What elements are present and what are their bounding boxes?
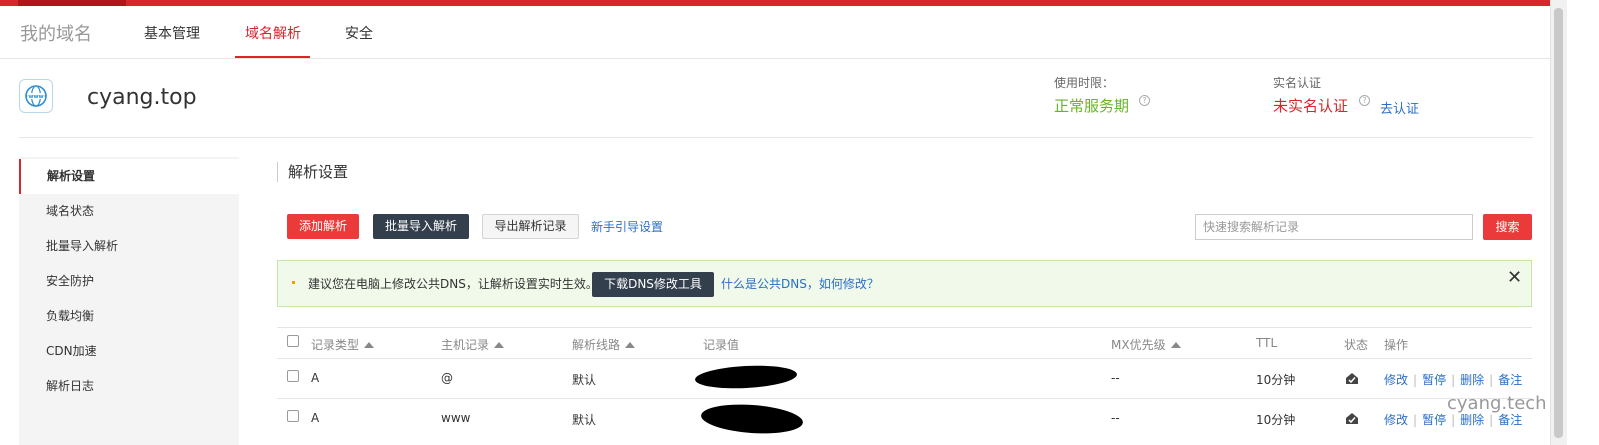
verify-link[interactable]: 去认证 [1380,98,1419,117]
dns-notice: 建议您在电脑上修改公共DNS，让解析设置实时生效。 下载DNS修改工具 什么是公… [277,260,1532,307]
guide-settings-link[interactable]: 新手引导设置 [591,218,663,235]
col-header-ops: 操作 [1384,338,1409,352]
download-dns-tool-button[interactable]: 下载DNS修改工具 [592,272,714,297]
service-period-label: 使用时限： [1054,76,1115,90]
record-ttl: 10分钟 [1256,373,1296,387]
brand-title[interactable]: 我的域名 [20,20,92,46]
delete-link[interactable]: 删除 [1460,373,1484,387]
top-nav: 我的域名 基本管理 域名解析 安全 [0,6,1550,59]
delete-link[interactable]: 删除 [1460,413,1484,427]
bullet [292,281,295,284]
pause-link[interactable]: 暂停 [1422,373,1446,387]
sidebar-item-logs[interactable]: 解析日志 [19,369,239,404]
record-type: A [311,371,320,385]
sidebar: 解析设置 域名状态 批量导入解析 安全防护 负载均衡 CDN加速 解析日志 [19,157,239,445]
note-link[interactable]: 备注 [1498,413,1522,427]
close-icon[interactable]: ✕ [1507,267,1522,288]
sort-up-icon[interactable] [1170,342,1181,348]
edit-link[interactable]: 修改 [1384,373,1408,387]
sidebar-item-dns-settings[interactable]: 解析设置 [19,159,239,194]
sort-up-icon[interactable] [625,342,636,348]
service-status: 正常服务期 [1054,97,1130,115]
tab-basic-management[interactable]: 基本管理 [144,23,200,43]
sidebar-item-cdn[interactable]: CDN加速 [19,334,239,369]
domain-name: cyang.top [87,85,197,110]
sidebar-item-load-balance[interactable]: 负载均衡 [19,299,239,334]
record-line: 默认 [572,413,597,427]
sidebar-item-batch-import[interactable]: 批量导入解析 [19,229,239,264]
sidebar-item-domain-status[interactable]: 域名状态 [19,194,239,229]
col-header-status: 状态 [1344,338,1369,352]
verify-status: 未实名认证 [1273,97,1349,115]
table-divider [277,358,1532,359]
col-header-mx[interactable]: MX优先级 [1111,336,1181,353]
col-header-ttl: TTL [1256,336,1278,350]
note-link[interactable]: 备注 [1498,373,1522,387]
table-divider [277,398,1532,399]
domain-globe-icon: www [19,79,53,113]
search-input[interactable]: 快速搜索解析记录 [1195,214,1473,240]
col-header-value: 记录值 [703,338,740,352]
search-button[interactable]: 搜索 [1483,214,1532,240]
status-enabled-icon[interactable] [1345,372,1359,385]
tab-dns-resolution[interactable]: 域名解析 [245,23,301,43]
sort-up-icon[interactable] [494,342,505,348]
notice-text: 建议您在电脑上修改公共DNS，让解析设置实时生效。 [308,277,598,291]
watermark: cyang.tech [1447,393,1547,414]
export-records-button[interactable]: 导出解析记录 [482,214,579,239]
record-host: www [441,411,471,425]
header-divider [19,137,1533,138]
sort-up-icon[interactable] [364,342,375,348]
record-ttl: 10分钟 [1256,413,1296,427]
pause-link[interactable]: 暂停 [1422,413,1446,427]
row-actions: 修改 | 暂停 | 删除 | 备注 [1384,373,1523,387]
redacted-value [694,363,798,391]
record-mx: -- [1111,371,1120,385]
add-record-button[interactable]: 添加解析 [287,214,359,239]
select-all-checkbox[interactable] [287,335,299,347]
row-checkbox[interactable] [287,370,299,382]
status-enabled-icon[interactable] [1345,412,1359,425]
active-tab-indicator [235,56,310,58]
verify-label: 实名认证 [1273,76,1322,90]
help-icon[interactable]: ? [1359,95,1370,106]
public-dns-help-link[interactable]: 什么是公共DNS，如何修改？ [721,275,879,292]
batch-import-button[interactable]: 批量导入解析 [373,214,469,239]
tab-security[interactable]: 安全 [345,23,373,43]
record-type: A [311,411,320,425]
col-header-type[interactable]: 记录类型 [311,336,375,353]
svg-text:www: www [28,94,43,100]
record-line: 默认 [572,373,597,387]
record-mx: -- [1111,411,1120,425]
table-divider [277,327,1532,328]
col-header-line[interactable]: 解析线路 [572,336,636,353]
sidebar-item-security[interactable]: 安全防护 [19,264,239,299]
record-host: @ [441,371,453,385]
row-checkbox[interactable] [287,410,299,422]
scrollbar-thumb[interactable] [1554,8,1563,438]
page-title: 解析设置 [277,162,348,182]
edit-link[interactable]: 修改 [1384,413,1408,427]
col-header-host[interactable]: 主机记录 [441,336,505,353]
redacted-value [700,401,804,437]
help-icon[interactable]: ? [1139,95,1150,106]
